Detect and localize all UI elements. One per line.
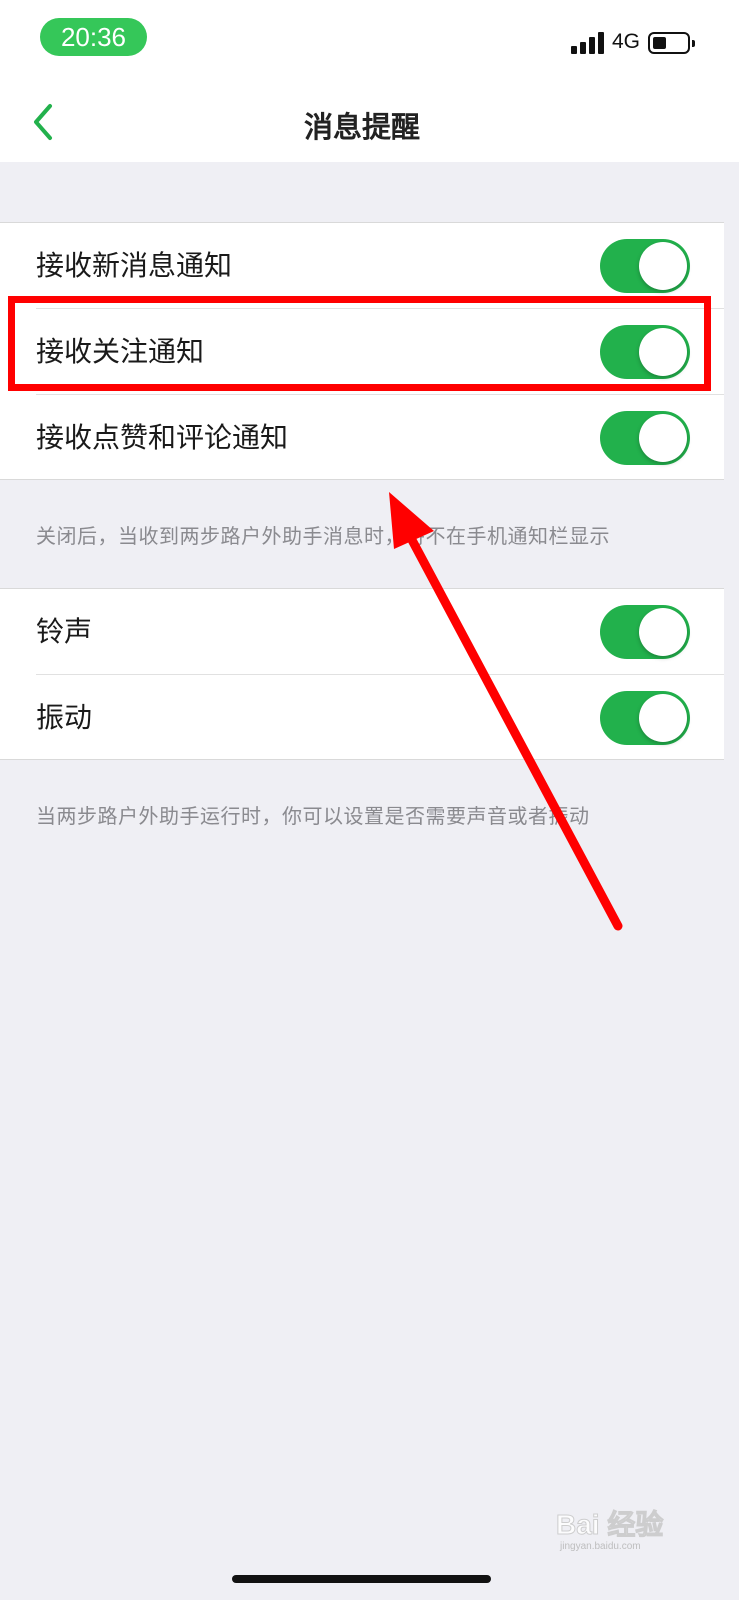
setting-label: 铃声: [36, 615, 93, 648]
baidu-watermark: Bai 经验 jingyan.baidu.com: [556, 1502, 696, 1553]
setting-label: 振动: [36, 701, 93, 734]
network-type: 4G: [612, 30, 641, 53]
setting-row-ringtone[interactable]: 铃声: [0, 589, 724, 675]
setting-row-like-comment[interactable]: 接收点赞和评论通知: [0, 395, 724, 481]
vibration-toggle[interactable]: [600, 691, 690, 745]
follow-toggle[interactable]: [600, 325, 690, 379]
setting-label: 接收关注通知: [36, 335, 205, 368]
like-comment-toggle[interactable]: [600, 411, 690, 465]
signal-icon: [571, 32, 605, 54]
notification-settings-group: 接收新消息通知 接收关注通知 接收点赞和评论通知: [0, 222, 724, 480]
setting-row-vibration[interactable]: 振动: [0, 675, 724, 761]
status-time: 20:36: [40, 18, 147, 56]
page-title: 消息提醒: [303, 110, 420, 144]
watermark-text: Bai 经验: [556, 1508, 663, 1540]
sound-settings-group: 铃声 振动: [0, 588, 724, 760]
section1-note: 关闭后，当收到两步路户外助手消息时，将不在手机通知栏显示: [36, 524, 610, 548]
setting-label: 接收新消息通知: [36, 249, 233, 282]
section2-note: 当两步路户外助手运行时，你可以设置是否需要声音或者振动: [36, 804, 590, 828]
home-indicator[interactable]: [232, 1575, 491, 1583]
ringtone-toggle[interactable]: [600, 605, 690, 659]
setting-row-follow[interactable]: 接收关注通知: [0, 309, 724, 395]
new-message-toggle[interactable]: [600, 239, 690, 293]
setting-row-new-message[interactable]: 接收新消息通知: [0, 223, 724, 309]
setting-label: 接收点赞和评论通知: [36, 421, 289, 454]
top-bar: 20:36 4G 消息提醒: [0, 0, 739, 162]
watermark-subtext: jingyan.baidu.com: [559, 1541, 641, 1552]
battery-icon: [648, 32, 695, 54]
